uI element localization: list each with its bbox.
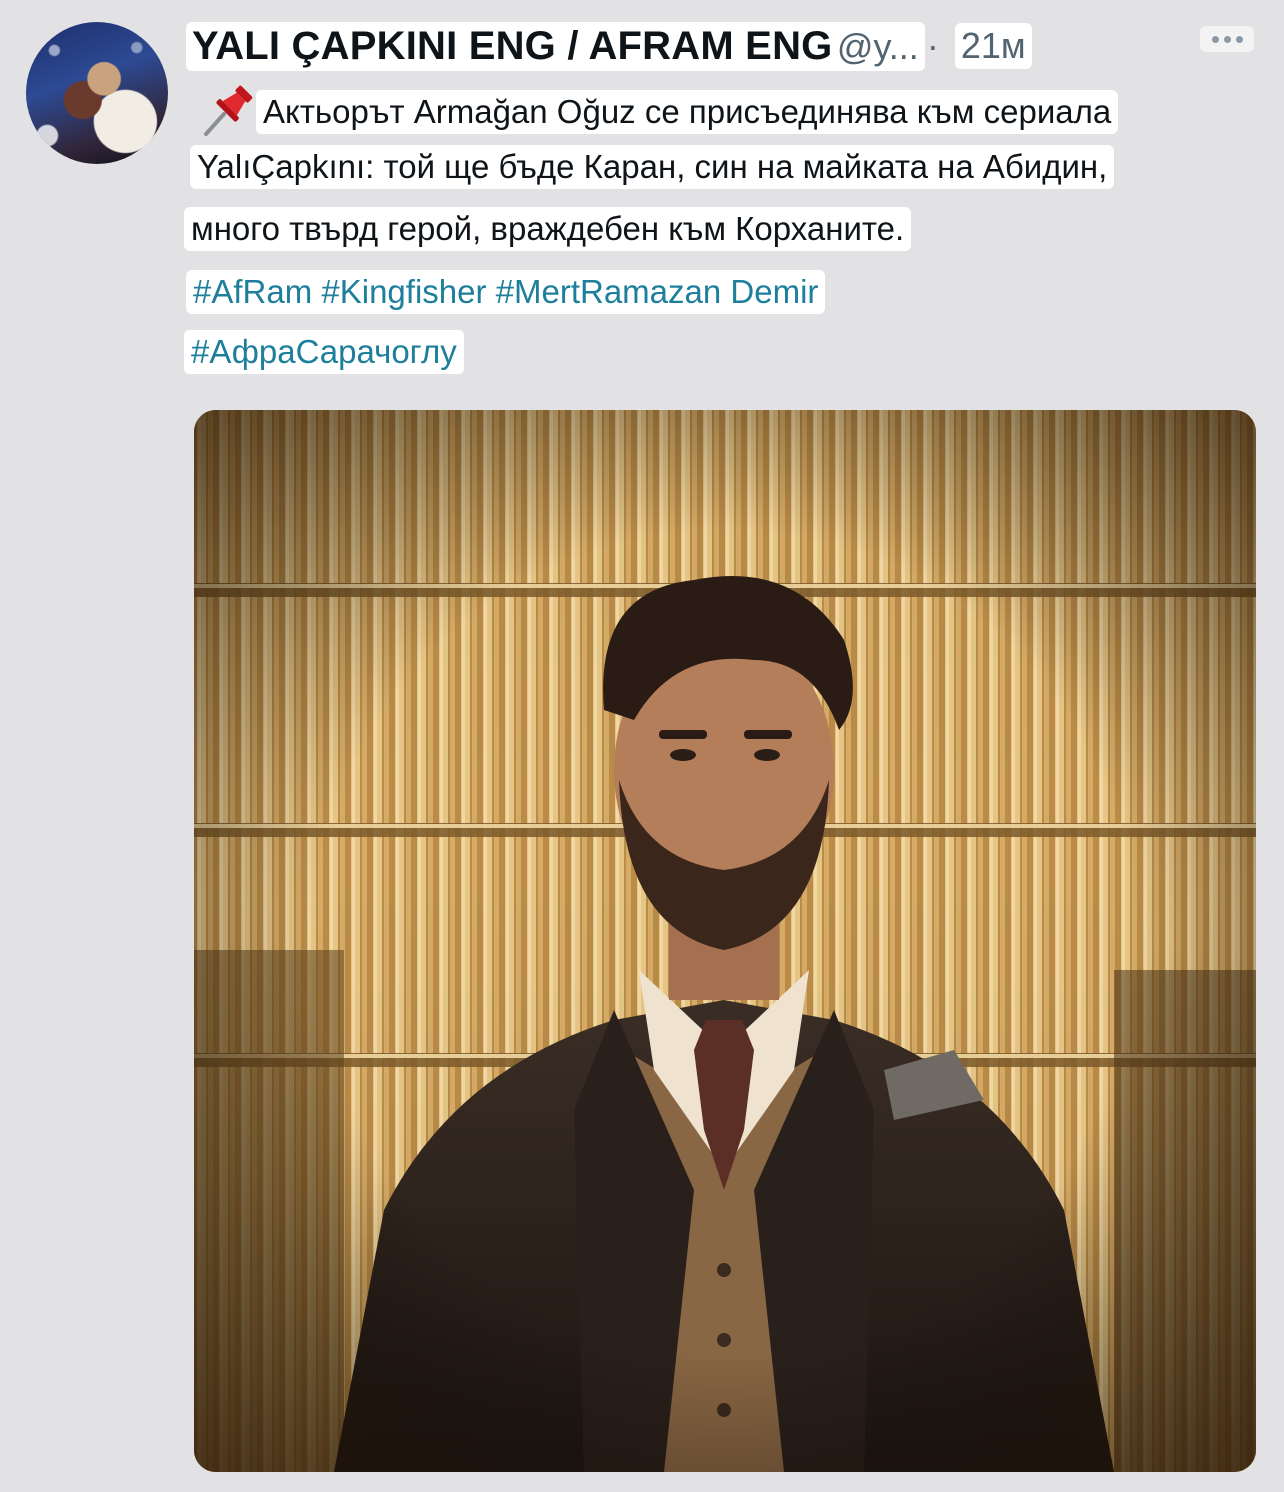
more-horizontal-icon[interactable]: [1200, 26, 1254, 52]
more-dot: [1211, 35, 1219, 43]
tweet-text: много твърд герой, враждебен към Корхани…: [184, 207, 912, 251]
more-dot: [1235, 35, 1243, 43]
tweet-text: YalıÇapkını: той ще бъде Каран, син на м…: [190, 145, 1115, 189]
pushpin-icon: [204, 85, 253, 136]
tweet-photo-illustration: [194, 410, 1256, 1472]
author-block[interactable]: YALI ÇAPKINI ENG / AFRAM ENG @y...: [186, 21, 925, 71]
tweet-header: YALI ÇAPKINI ENG / AFRAM ENG @y... · 21м: [186, 20, 1032, 72]
avatar[interactable]: [26, 22, 168, 164]
tweet-photo[interactable]: [194, 410, 1256, 1472]
handle[interactable]: @y...: [837, 26, 919, 67]
more-dot: [1223, 35, 1231, 43]
hashtags-line-2: #АфраСарачоглу: [184, 330, 464, 374]
separator: ·: [926, 25, 939, 66]
tweet-text-line-2: YalıÇapkını: той ще бъде Каран, син на м…: [190, 145, 1115, 189]
hashtag-links[interactable]: #AfRam #Kingfisher #MertRamazan Demir: [186, 270, 826, 314]
tweet-text-line-3: много твърд герой, враждебен към Корхани…: [184, 207, 912, 251]
avatar-photo: [26, 22, 168, 164]
hashtags-line-1: #AfRam #Kingfisher #MertRamazan Demir: [186, 270, 826, 314]
tweet-text-line-1: Актьорът Armağan Oğuz се присъединява къ…: [256, 90, 1119, 134]
hashtag-link[interactable]: #АфраСарачоглу: [184, 330, 464, 374]
display-name[interactable]: YALI ÇAPKINI ENG / AFRAM ENG: [192, 24, 832, 68]
tweet-text: Актьорът Armağan Oğuz се присъединява къ…: [256, 90, 1119, 134]
timestamp[interactable]: 21м: [954, 23, 1032, 69]
